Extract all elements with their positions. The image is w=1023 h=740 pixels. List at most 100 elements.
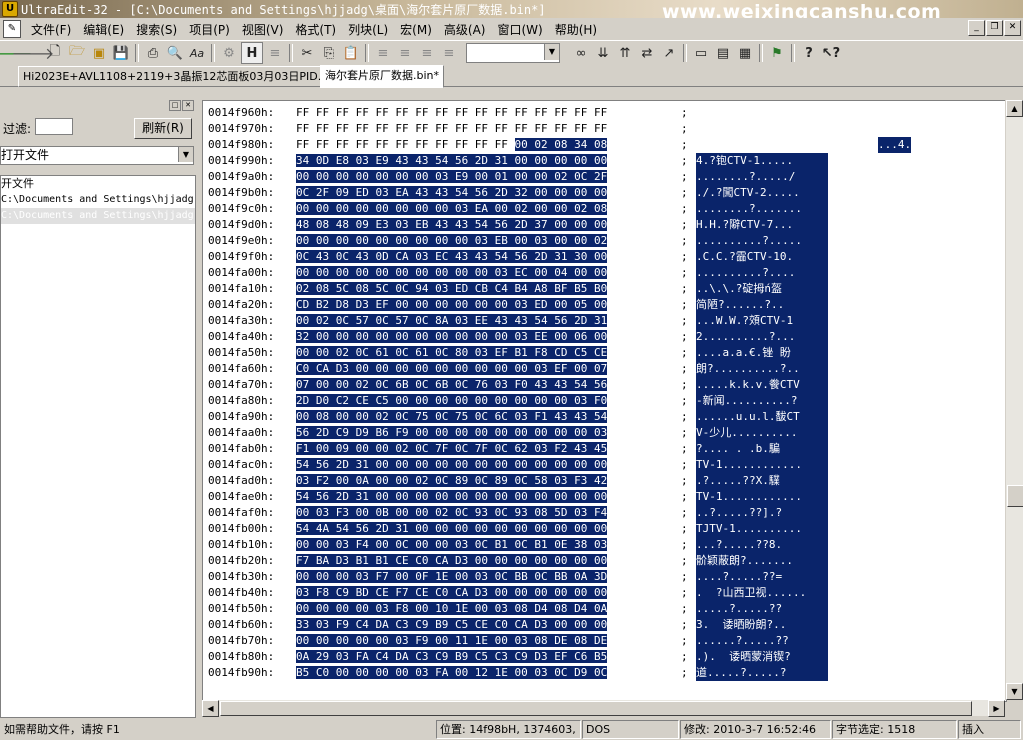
horizontal-scrollbar[interactable]: ◀ ▶ bbox=[202, 700, 1005, 717]
ascii-text[interactable]: TV-1............ bbox=[696, 489, 828, 505]
ascii-text[interactable]: ....?.....??= bbox=[696, 569, 828, 585]
cascade-icon[interactable]: ▤ bbox=[713, 43, 733, 63]
ftp-icon[interactable]: ⚑ bbox=[767, 43, 787, 63]
hex-bytes-selected[interactable]: 00 02 08 34 08 bbox=[514, 138, 608, 151]
menu-format[interactable]: 格式(T) bbox=[289, 21, 342, 38]
hex-row[interactable]: 0014f9e0h: 00 00 00 00 00 00 00 00 00 03 … bbox=[208, 233, 848, 249]
help-icon[interactable]: ? bbox=[799, 43, 819, 63]
ascii-text[interactable]: .?.....??X.驜 bbox=[696, 473, 828, 489]
hex-bytes[interactable]: 0A 29 03 FA C4 DA C3 C9 B9 C5 C3 C9 D3 E… bbox=[296, 649, 676, 665]
hex-row[interactable]: 0014fb50h: 00 00 00 00 03 F8 00 10 1E 00 … bbox=[208, 601, 848, 617]
scroll-thumb[interactable] bbox=[220, 701, 972, 716]
hex-bytes-selected[interactable]: C0 CA D3 00 00 00 00 00 00 00 00 00 03 E… bbox=[296, 362, 608, 375]
hex-row[interactable]: 0014faf0h: 00 03 F3 00 0B 00 00 02 0C 93 … bbox=[208, 505, 848, 521]
ascii-text[interactable]: 2..........?... bbox=[696, 329, 828, 345]
hex-bytes[interactable]: 02 08 5C 08 5C 0C 94 03 ED CB C4 B4 A8 B… bbox=[296, 281, 676, 297]
hex-editor[interactable]: 0014f960h: FF FF FF FF FF FF FF FF FF FF … bbox=[202, 100, 1007, 702]
toolbar-combo[interactable]: ▼ bbox=[466, 43, 560, 63]
justify-icon[interactable]: ≡ bbox=[439, 43, 459, 63]
hex-row[interactable]: 0014fb20h: F7 BA D3 B1 B1 CE C0 CA D3 00 … bbox=[208, 553, 848, 569]
hex-bytes-selected[interactable]: 00 00 02 0C 61 0C 61 0C 80 03 EF B1 F8 C… bbox=[296, 346, 608, 359]
align-left-icon[interactable]: ≡ bbox=[373, 43, 393, 63]
ascii-text[interactable]: V-少儿.......... bbox=[696, 425, 828, 441]
ascii-text[interactable]: ......u.u.l.馛CT bbox=[696, 409, 828, 425]
hex-bytes-selected[interactable]: 02 08 5C 08 5C 0C 94 03 ED CB C4 B4 A8 B… bbox=[296, 282, 608, 295]
save-icon[interactable]: 💾 bbox=[111, 43, 131, 63]
scroll-right-icon[interactable]: ▶ bbox=[988, 700, 1005, 717]
hex-bytes[interactable]: FF FF FF FF FF FF FF FF FF FF FF FF FF F… bbox=[296, 121, 676, 137]
hex-bytes[interactable]: 00 00 00 00 00 00 00 00 00 00 03 EC 00 0… bbox=[296, 265, 676, 281]
hex-row[interactable]: 0014fb70h: 00 00 00 00 00 03 F9 00 11 1E … bbox=[208, 633, 848, 649]
ascii-text[interactable]: 简陋?......?.. bbox=[696, 297, 828, 313]
hex-bytes-selected[interactable]: F1 00 09 00 00 02 0C 7F 0C 7F 0C 62 03 F… bbox=[296, 442, 608, 455]
hex-row[interactable]: 0014fb10h: 00 00 03 F4 00 0C 00 00 03 0C … bbox=[208, 537, 848, 553]
print-icon[interactable]: ⎙ bbox=[143, 43, 163, 63]
hex-bytes[interactable]: 0C 43 0C 43 0D CA 03 EC 43 43 54 56 2D 3… bbox=[296, 249, 676, 265]
print-preview-icon[interactable]: 🔍 bbox=[165, 43, 185, 63]
hex-row[interactable]: 0014fb60h: 33 03 F9 C4 DA C3 C9 B9 C5 CE … bbox=[208, 617, 848, 633]
hex-bytes[interactable]: 00 00 00 00 00 00 00 03 E9 00 01 00 00 0… bbox=[296, 169, 676, 185]
hex-bytes-unselected[interactable]: FF FF FF FF FF FF FF FF FF FF FF FF FF F… bbox=[296, 122, 607, 135]
scroll-down-icon[interactable]: ▼ bbox=[1006, 683, 1023, 700]
hex-row[interactable]: 0014f9b0h: 0C 2F 09 ED 03 EA 43 43 54 56 … bbox=[208, 185, 848, 201]
hex-bytes[interactable]: 0C 2F 09 ED 03 EA 43 43 54 56 2D 32 00 0… bbox=[296, 185, 676, 201]
hex-row[interactable]: 0014f9d0h: 48 08 48 09 E3 03 EB 43 43 54 … bbox=[208, 217, 848, 233]
hex-row[interactable]: 0014fa40h: 32 00 00 00 00 00 00 00 00 00 … bbox=[208, 329, 848, 345]
hex-bytes-selected[interactable]: 54 56 2D 31 00 00 00 00 00 00 00 00 00 0… bbox=[296, 458, 608, 471]
menu-search[interactable]: 搜索(S) bbox=[130, 21, 183, 38]
hex-row[interactable]: 0014f9a0h: 00 00 00 00 00 00 00 03 E9 00 … bbox=[208, 169, 848, 185]
ascii-text[interactable]: ...4. bbox=[878, 137, 912, 153]
copy-icon[interactable]: ⎘ bbox=[319, 43, 339, 63]
new-file-icon[interactable]: 🗋 bbox=[45, 43, 65, 63]
tile-icon[interactable]: ▦ bbox=[735, 43, 755, 63]
goto-icon[interactable]: ↗ bbox=[659, 43, 679, 63]
context-help-icon[interactable]: ↖? bbox=[821, 43, 841, 63]
hex-bytes-selected[interactable]: 00 03 F3 00 0B 00 00 02 0C 93 0C 93 08 5… bbox=[296, 506, 608, 519]
hex-bytes[interactable]: 00 00 00 00 00 00 00 00 03 EA 00 02 00 0… bbox=[296, 201, 676, 217]
hex-bytes-selected[interactable]: 0C 2F 09 ED 03 EA 43 43 54 56 2D 32 00 0… bbox=[296, 186, 608, 199]
hex-bytes[interactable]: F1 00 09 00 00 02 0C 7F 0C 7F 0C 62 03 F… bbox=[296, 441, 676, 457]
document-icon[interactable]: ✎ bbox=[3, 20, 21, 38]
menu-advanced[interactable]: 高级(A) bbox=[438, 21, 492, 38]
ascii-text[interactable]: ........?...../ bbox=[696, 169, 828, 185]
hex-bytes-selected[interactable]: 03 F2 00 0A 00 00 02 0C 89 0C 89 0C 58 0… bbox=[296, 474, 608, 487]
ascii-text[interactable]: .....k.k.v.餋CTV bbox=[696, 377, 828, 393]
ascii-text[interactable]: -新闻..........? bbox=[696, 393, 828, 409]
hex-row[interactable]: 0014fb90h: B5 C0 00 00 00 00 03 FA 00 12 … bbox=[208, 665, 848, 681]
hex-row[interactable]: 0014fa30h: 00 02 0C 57 0C 57 0C 8A 03 EE … bbox=[208, 313, 848, 329]
spell-check-icon[interactable]: Aa bbox=[187, 43, 207, 63]
hex-bytes-selected[interactable]: 33 03 F9 C4 DA C3 C9 B9 C5 CE C0 CA D3 0… bbox=[296, 618, 608, 631]
forward-arrow-icon[interactable]: 🡒 bbox=[12, 43, 55, 63]
word-wrap-icon[interactable]: ≡ bbox=[265, 43, 285, 63]
hex-bytes-selected[interactable]: 00 02 0C 57 0C 57 0C 8A 03 EE 43 43 54 5… bbox=[296, 314, 608, 327]
ascii-text[interactable]: H.H.?隦CTV-7... bbox=[696, 217, 828, 233]
restore-icon[interactable]: ❐ bbox=[986, 20, 1003, 36]
ascii-text[interactable]: 3. 诿晒盼朗?.. bbox=[696, 617, 828, 633]
ascii-text[interactable]: ...?.....??8. bbox=[696, 537, 828, 553]
hex-bytes-selected[interactable]: 0A 29 03 FA C4 DA C3 C9 B9 C5 C3 C9 D3 E… bbox=[296, 650, 608, 663]
hex-bytes[interactable]: 00 00 00 03 F7 00 0F 1E 00 03 0C BB 0C B… bbox=[296, 569, 676, 585]
open-files-combo[interactable]: 打开文件 ▼ bbox=[0, 146, 194, 165]
hex-row[interactable]: 0014f960h: FF FF FF FF FF FF FF FF FF FF … bbox=[208, 105, 848, 121]
hex-row[interactable]: 0014fac0h: 54 56 2D 31 00 00 00 00 00 00 … bbox=[208, 457, 848, 473]
ascii-text[interactable]: 骱颖蔽朗?....... bbox=[696, 553, 828, 569]
hex-bytes-unselected[interactable]: FF FF FF FF FF FF FF FF FF FF FF bbox=[296, 138, 515, 151]
hex-row[interactable]: 0014fb00h: 54 4A 54 56 2D 31 00 00 00 00 … bbox=[208, 521, 848, 537]
ascii-text[interactable]: TV-1............ bbox=[696, 457, 828, 473]
ascii-text[interactable]: 朗?..........?.. bbox=[696, 361, 828, 377]
list-item[interactable]: 开文件 bbox=[1, 176, 195, 192]
hex-bytes[interactable]: 2D D0 C2 CE C5 00 00 00 00 00 00 00 00 0… bbox=[296, 393, 676, 409]
hex-bytes-selected[interactable]: 00 00 03 F4 00 0C 00 00 03 0C B1 0C B1 0… bbox=[296, 538, 608, 551]
hex-bytes[interactable]: 03 F2 00 0A 00 00 02 0C 89 0C 89 0C 58 0… bbox=[296, 473, 676, 489]
tab-file-1[interactable]: Hi2023E+AVL1108+2119+3晶振12芯面板03月03日PID.b… bbox=[18, 66, 344, 87]
hex-bytes[interactable]: 33 03 F9 C4 DA C3 C9 B9 C5 CE C0 CA D3 0… bbox=[296, 617, 676, 633]
ascii-text[interactable]: 道.....?.....? bbox=[696, 665, 828, 681]
hex-bytes-selected[interactable]: 00 00 00 00 00 03 F9 00 11 1E 00 03 08 D… bbox=[296, 634, 608, 647]
hex-bytes-selected[interactable]: 34 0D E8 03 E9 43 43 54 56 2D 31 00 00 0… bbox=[296, 154, 608, 167]
hex-bytes-selected[interactable]: 00 00 00 00 00 00 00 00 00 03 EB 00 03 0… bbox=[296, 234, 608, 247]
split-window-icon[interactable]: ▭ bbox=[691, 43, 711, 63]
menu-project[interactable]: 项目(P) bbox=[183, 21, 236, 38]
hex-bytes-selected[interactable]: 07 00 00 02 0C 6B 0C 6B 0C 76 03 F0 43 4… bbox=[296, 378, 608, 391]
hex-row[interactable]: 0014fa70h: 07 00 00 02 0C 6B 0C 6B 0C 76 … bbox=[208, 377, 848, 393]
binoculars-icon[interactable]: ∞ bbox=[571, 43, 591, 63]
